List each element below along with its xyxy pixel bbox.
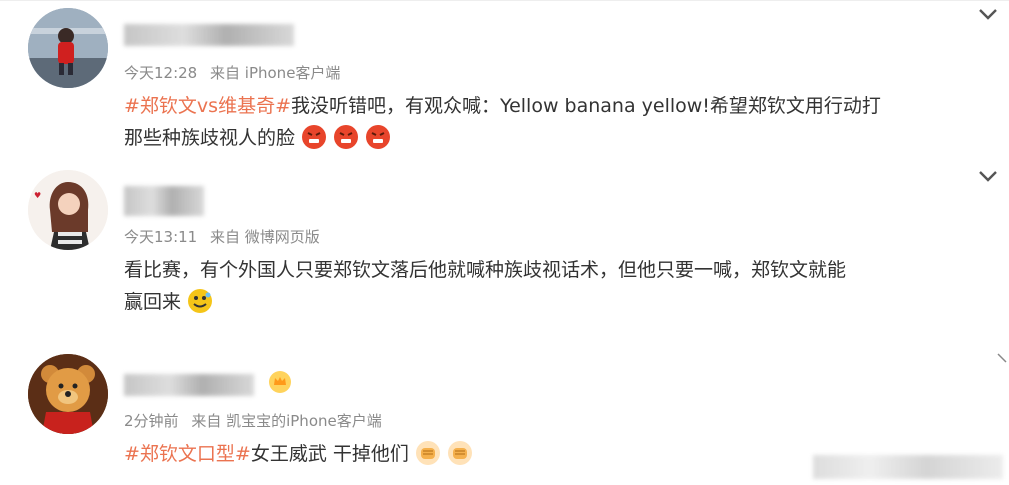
angry-face-emoji [302, 125, 327, 149]
avatar[interactable] [28, 354, 108, 434]
comment-text: 看比赛，有个外国人只要郑钦文落后他就喊种族歧视话术，但他只要一喊，郑钦文就能 赢… [124, 254, 984, 318]
angry-face-emoji [334, 125, 359, 149]
timestamp: 今天12:28 [124, 64, 198, 82]
source: 来自 iPhone客户端 [210, 64, 341, 82]
comment-body: 女王威武 干掉他们 [250, 443, 409, 465]
chevron-down-icon[interactable] [975, 166, 1001, 186]
topic-tag[interactable]: #郑钦文vs维基奇# [124, 95, 291, 117]
avatar[interactable] [28, 8, 108, 88]
source: 来自 微博网页版 [210, 228, 320, 246]
comment-body: 赢回来 [124, 291, 182, 313]
avatar[interactable]: ♥ [28, 170, 108, 250]
watermark-redacted [813, 455, 1003, 479]
comment-meta: 2分钟前 来自 凯宝宝的iPhone客户端 [124, 410, 390, 431]
comment-line: #郑钦文vs维基奇#我没听错吧，有观众喊：Yellow banana yello… [124, 90, 984, 122]
comment-body: 我没听错吧，有观众喊：Yellow banana yellow!希望郑钦文用行动… [290, 95, 881, 117]
comment-text: #郑钦文vs维基奇#我没听错吧，有观众喊：Yellow banana yello… [124, 90, 984, 154]
comment-line: 那些种族歧视人的脸 [124, 122, 984, 154]
svg-text:♥: ♥ [34, 191, 41, 200]
comment-1: 今天12:28 来自 iPhone客户端 #郑钦文vs维基奇#我没听错吧，有观众… [0, 0, 1009, 180]
comment-2: ♥ 今天13:11 来自 微博网页版 看比赛，有个外国人只要郑钦文落后他就喊种族… [0, 160, 1009, 350]
comment-line: 看比赛，有个外国人只要郑钦文落后他就喊种族歧视话术，但他只要一喊，郑钦文就能 [124, 254, 984, 286]
topic-tag[interactable]: #郑钦文口型# [124, 443, 251, 465]
comment-line: 赢回来 [124, 286, 984, 318]
comment-meta: 今天12:28 来自 iPhone客户端 [124, 62, 348, 83]
comment-body: 看比赛，有个外国人只要郑钦文落后他就喊种族歧视话术，但他只要一喊，郑钦文就能 [124, 259, 847, 281]
fist-emoji [447, 441, 472, 465]
source: 来自 凯宝宝的iPhone客户端 [191, 412, 382, 430]
chevron-down-icon[interactable] [975, 4, 1001, 24]
scroll-arrow-icon[interactable] [996, 352, 1008, 364]
username-redacted[interactable] [124, 374, 254, 396]
username-redacted[interactable] [124, 24, 294, 46]
grimace-face-emoji [188, 289, 213, 313]
timestamp: 今天13:11 [124, 228, 198, 246]
username-redacted[interactable] [124, 186, 204, 216]
angry-face-emoji [366, 125, 391, 149]
timestamp: 2分钟前 [124, 412, 179, 430]
crown-badge-icon [269, 371, 291, 393]
comment-meta: 今天13:11 来自 微博网页版 [124, 226, 328, 247]
fist-emoji [415, 441, 440, 465]
comment-body: 那些种族歧视人的脸 [124, 127, 296, 149]
